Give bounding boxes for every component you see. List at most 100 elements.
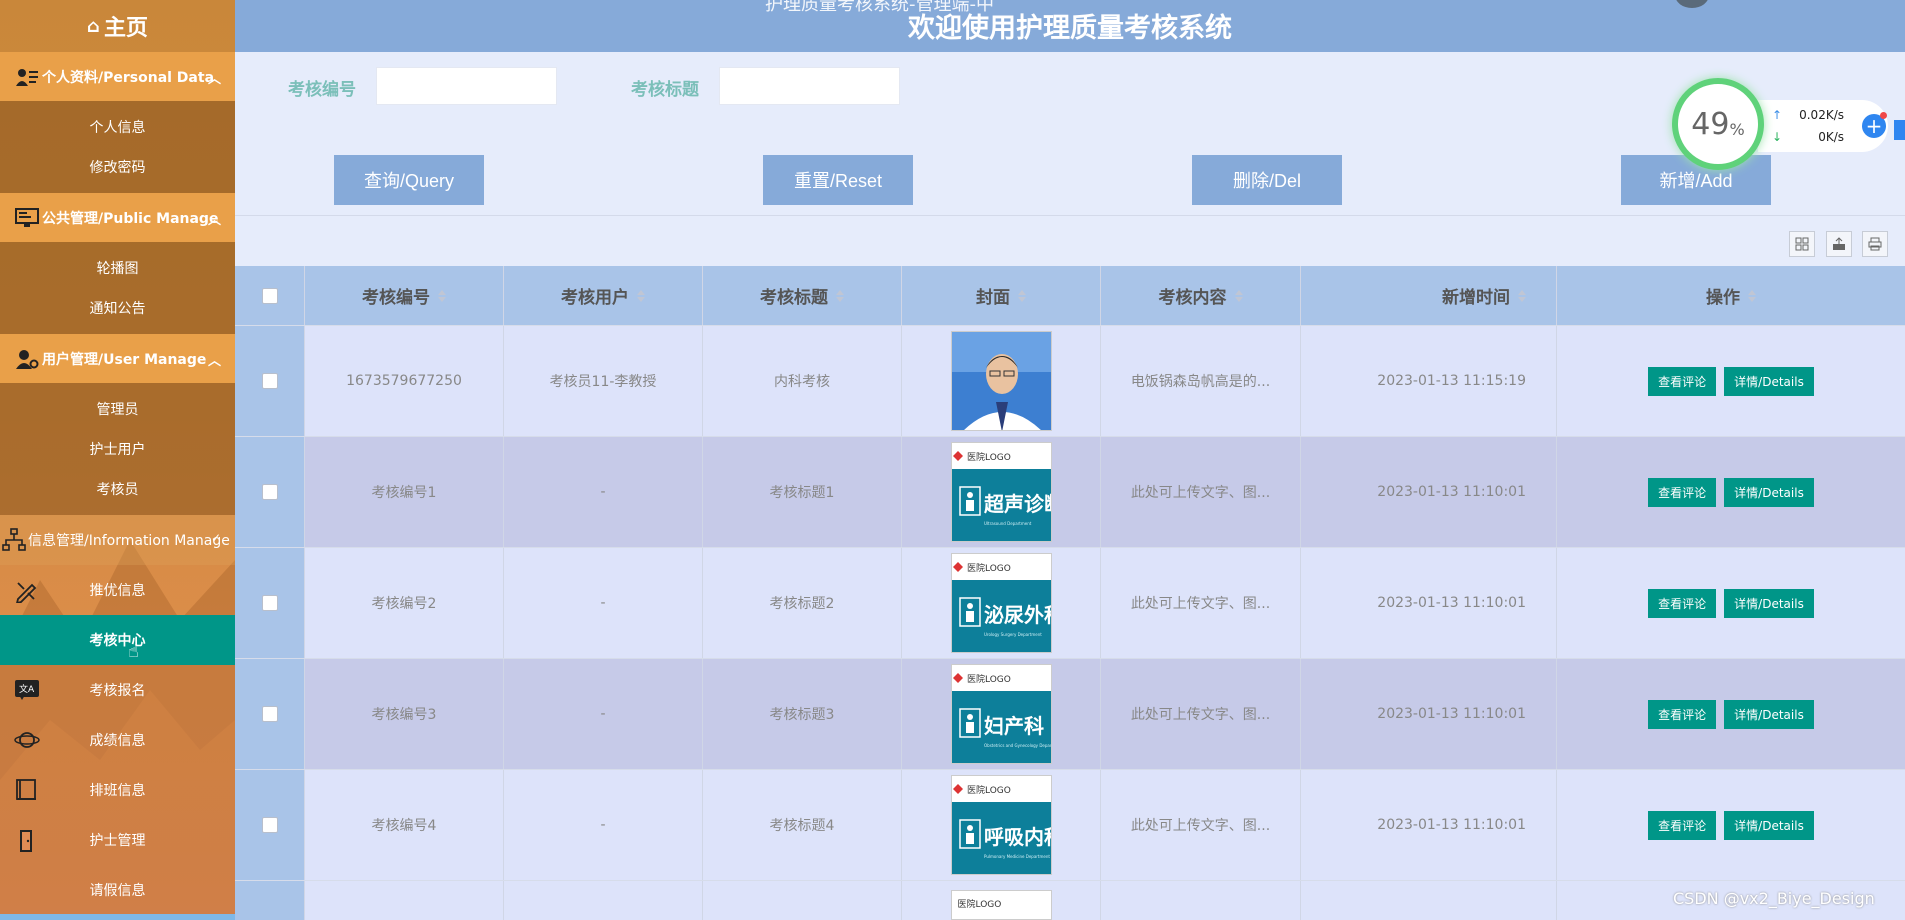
sort-icon — [1518, 289, 1526, 302]
menu-item-change-password[interactable]: 修改密码 — [0, 147, 235, 187]
cell-user: - — [504, 437, 703, 547]
svg-text:Pulmonary Medicine Department: Pulmonary Medicine Department — [984, 854, 1050, 859]
select-all-checkbox[interactable] — [261, 287, 278, 304]
memory-percent-ring[interactable]: 49% — [1672, 78, 1764, 170]
sort-icon — [1234, 289, 1243, 302]
header-label: 新增时间 — [1442, 288, 1510, 308]
cell-user: - — [504, 548, 703, 658]
row-checkbox[interactable] — [261, 706, 278, 722]
submenu-public: 轮播图 通知公告 — [0, 242, 235, 334]
cell-empty — [1101, 881, 1301, 920]
cell-title: 内科考核 — [703, 326, 902, 436]
menu-item-personal-info[interactable]: 个人信息 — [0, 107, 235, 147]
cell-time: 2023-01-13 11:10:01 — [1301, 770, 1557, 880]
header-label: 考核编号 — [362, 288, 430, 308]
user-gear-icon — [14, 348, 40, 370]
details-button[interactable]: 详情/Details — [1724, 699, 1814, 729]
search-label-id: 考核编号 — [288, 80, 356, 100]
red-dot-icon — [1880, 112, 1887, 119]
header-label: 考核内容 — [1158, 288, 1227, 308]
cell-time: 2023-01-13 11:10:01 — [1301, 548, 1557, 658]
menu-item-notice[interactable]: 通知公告 — [0, 288, 235, 328]
view-comments-button[interactable]: 查看评论 — [1648, 588, 1717, 618]
details-button[interactable]: 详情/Details — [1724, 477, 1814, 507]
menu-item-exam-center[interactable]: 考核中心 ☝ — [0, 615, 235, 665]
query-button[interactable]: 查询/Query — [334, 155, 484, 205]
group-user-manage[interactable]: 用户管理/User Manage ︿ — [0, 334, 235, 383]
group-label: 公共管理/Public Manage — [42, 210, 219, 227]
group-label: 个人资料/Personal Data — [42, 69, 215, 86]
row-checkbox[interactable] — [261, 373, 278, 389]
view-comments-button[interactable]: 查看评论 — [1648, 366, 1717, 396]
book-icon — [14, 779, 40, 801]
cell-select — [235, 881, 305, 920]
view-comments-button[interactable]: 查看评论 — [1648, 477, 1717, 507]
table-row-partial: 医院LOGO — [235, 881, 1905, 920]
menu-item-admin[interactable]: 管理员 — [0, 389, 235, 429]
home-label: 主页 — [103, 16, 148, 41]
grid-icon[interactable] — [1894, 120, 1905, 140]
menu-item-exam-signup[interactable]: 文A 考核报名 — [0, 665, 235, 715]
sidebar: ⌂ 主页 个人资料/Personal Data ︿ 个人信息 修改密码 公共管理… — [0, 0, 235, 920]
menu-item-recommend[interactable]: 推优信息 — [0, 565, 235, 615]
sort-icon — [438, 289, 446, 302]
table-row: 考核编号1 - 考核标题1 医院LOGO 超声诊断科 Ultrasound De… — [235, 437, 1905, 548]
export-icon[interactable] — [1826, 231, 1852, 257]
header-cell-content[interactable]: 考核内容 — [1101, 266, 1301, 325]
delete-button[interactable]: 删除/Del — [1192, 155, 1342, 205]
details-button[interactable]: 详情/Details — [1724, 810, 1814, 840]
header-label: 操作 — [1706, 288, 1740, 308]
header-cell-title[interactable]: 考核标题 — [703, 266, 902, 325]
cell-user: - — [504, 659, 703, 769]
group-public-manage[interactable]: 公共管理/Public Manage ︿ — [0, 193, 235, 242]
cell-time: 2023-01-13 11:10:01 — [1301, 659, 1557, 769]
menu-item-schedule[interactable]: 排班信息 — [0, 765, 235, 815]
group-personal-data[interactable]: 个人资料/Personal Data ︿ — [0, 52, 235, 101]
translate-icon: 文A — [14, 679, 40, 701]
submenu-personal: 个人信息 修改密码 — [0, 101, 235, 193]
sort-icon — [1018, 289, 1026, 302]
view-comments-button[interactable]: 查看评论 — [1648, 810, 1717, 840]
cell-cover: 医院LOGO 妇产科 Obstetrics and Gynecology Dep… — [902, 659, 1101, 769]
header-cell-id[interactable]: 考核编号 — [305, 266, 504, 325]
exam-id-input[interactable] — [376, 67, 557, 105]
menu-item-nurse-users[interactable]: 护士用户 — [0, 429, 235, 469]
table-row: 考核编号4 - 考核标题4 医院LOGO 呼吸内科 Pulmonary Medi… — [235, 770, 1905, 881]
cell-actions: 查看评论 详情/Details — [1557, 437, 1905, 547]
menu-item-scores[interactable]: 成绩信息 — [0, 715, 235, 765]
submenu-users: 管理员 护士用户 考核员 — [0, 383, 235, 515]
header-cell-cover[interactable]: 封面 — [902, 266, 1101, 325]
svg-text:Obstetrics and Gynecology Depa: Obstetrics and Gynecology Department — [984, 743, 1052, 748]
user-card-icon — [14, 66, 40, 88]
row-checkbox[interactable] — [261, 817, 278, 833]
menu-item-carousel[interactable]: 轮播图 — [0, 248, 235, 288]
header-cell-user[interactable]: 考核用户 — [504, 266, 703, 325]
view-comments-button[interactable]: 查看评论 — [1648, 699, 1717, 729]
exam-title-input[interactable] — [719, 67, 900, 105]
menu-item-leave[interactable]: 请假信息 — [0, 865, 235, 915]
columns-icon[interactable] — [1789, 231, 1815, 257]
svg-text:超声诊断科: 超声诊断科 — [983, 492, 1052, 516]
cell-actions: 查看评论 详情/Details — [1557, 326, 1905, 436]
details-button[interactable]: 详情/Details — [1724, 366, 1814, 396]
home-link[interactable]: ⌂ 主页 — [0, 0, 235, 52]
details-button[interactable]: 详情/Details — [1724, 588, 1814, 618]
table-body: 1673579677250 考核员11-李教授 内科考核 电饭锅森岛帆高是的..… — [235, 326, 1905, 920]
row-checkbox[interactable] — [261, 595, 278, 611]
header-cell-time[interactable]: 新增时间 — [1301, 266, 1557, 325]
menu-item-examiner[interactable]: 考核员 — [0, 469, 235, 509]
cell-select — [235, 326, 305, 436]
percent-value: 49 — [1691, 106, 1730, 142]
print-icon[interactable] — [1862, 231, 1888, 257]
svg-text:妇产科: 妇产科 — [984, 714, 1044, 738]
home-icon: ⌂ — [87, 15, 100, 37]
download-speed: 0K/s — [1818, 130, 1844, 144]
menu-item-nurse-manage[interactable]: 护士管理 — [0, 815, 235, 865]
reset-button[interactable]: 重置/Reset — [763, 155, 913, 205]
speed-panel: ↑ 0.02K/s ↓ 0K/s + — [1758, 100, 1888, 152]
hierarchy-icon — [2, 527, 28, 553]
cover-image: 医院LOGO 妇产科 Obstetrics and Gynecology Dep… — [950, 664, 1052, 764]
group-information-manage[interactable]: 信息管理/Information Manage ✓ — [0, 515, 235, 565]
row-checkbox[interactable] — [261, 484, 278, 500]
svg-text:医院LOGO: 医院LOGO — [967, 673, 1011, 685]
